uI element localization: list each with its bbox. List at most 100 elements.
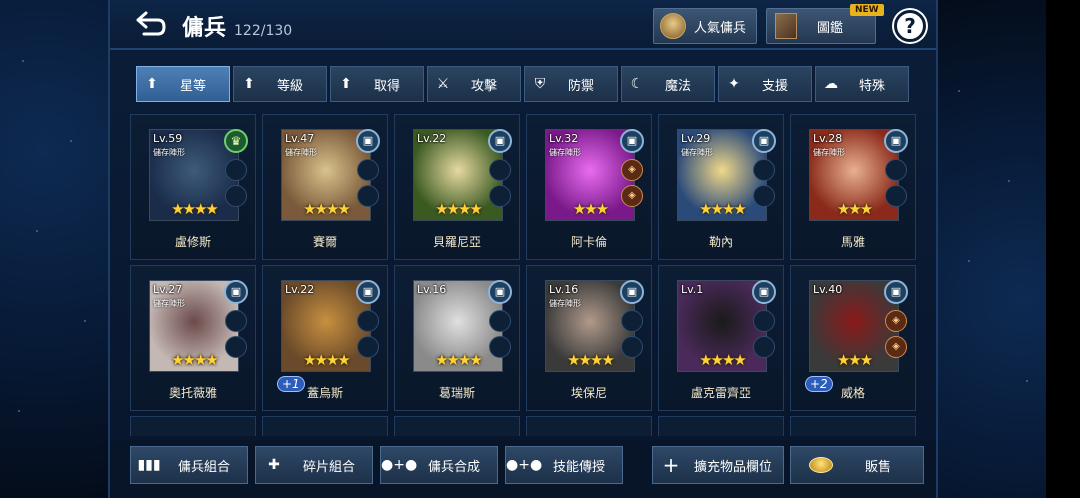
mercenary-card[interactable]: Lv.27 儲存陣形 ★★★★ ▣ 奧托薇雅 — [130, 265, 256, 411]
mercenary-card[interactable]: Lv.22 ★★★★ +1 ▣ 蓋烏斯 — [262, 265, 388, 411]
mercenary-name: 阿卡倫 — [570, 235, 607, 249]
mercenary-card[interactable]: Lv.28 儲存陣形 ★★★ ▣ 馬雅 — [790, 114, 916, 260]
people-transfer-icon: ●+● — [506, 457, 543, 473]
tab-2[interactable]: ⬆ 取得 — [330, 66, 424, 102]
tab-label: 支援 — [761, 78, 788, 94]
mercenary-card-partial[interactable] — [658, 416, 784, 436]
fragment-combine-button[interactable]: ✚ 碎片組合 — [255, 446, 373, 484]
lock-icon[interactable]: ▣ — [884, 280, 908, 304]
equipment-slot-icon — [225, 185, 247, 207]
lock-icon[interactable]: ▣ — [356, 280, 380, 304]
tab-label: 特殊 — [858, 78, 885, 94]
header-bar: 傭兵 122/130 人氣傭兵 圖鑑 NEW ? — [110, 0, 936, 50]
star-rating: ★★★★ — [435, 351, 483, 369]
crown-icon[interactable]: ♛ — [224, 129, 248, 153]
tab-4[interactable]: ⛨ 防禦 — [524, 66, 618, 102]
sort-tabs: ⬆ 星等 ⬆ 等級 ⬆ 取得 ⚔ 攻擊 ⛨ 防禦 ☾ 魔法 ✦ 支援 ☁ 特殊 — [136, 66, 909, 102]
mercenary-card-partial[interactable] — [394, 416, 520, 436]
plus-icon: + — [662, 453, 680, 477]
tab-label: 等級 — [276, 78, 303, 94]
storage-formation-label: 儲存陣形 — [153, 148, 185, 157]
star-rating: ★★★★ — [171, 351, 219, 369]
tab-0[interactable]: ⬆ 星等 — [136, 66, 230, 102]
storage-formation-label: 儲存陣形 — [285, 148, 317, 157]
mercenary-card-partial[interactable] — [262, 416, 388, 436]
tab-label: 星等 — [179, 78, 206, 94]
mercenary-panel: 傭兵 122/130 人氣傭兵 圖鑑 NEW ? ⬆ 星等 ⬆ 等級 ⬆ 取得 ⚔ 攻擊 ⛨ 防禦… — [108, 0, 938, 498]
tab-label: 攻擊 — [470, 78, 497, 94]
star-rating: ★★★★ — [303, 351, 351, 369]
storage-formation-label: 儲存陣形 — [153, 299, 185, 308]
back-button[interactable] — [130, 10, 170, 40]
star-rating: ★★★ — [836, 351, 873, 369]
mercenary-card-partial[interactable] — [130, 416, 256, 436]
merc-synthesis-button[interactable]: ●+● 傭兵合成 — [380, 446, 498, 484]
popular-mercenary-icon — [660, 13, 686, 39]
mercenary-card[interactable]: Lv.47 儲存陣形 ★★★★ ▣ 賽爾 — [262, 114, 388, 260]
help-button[interactable]: ? — [894, 10, 926, 42]
back-arrow-icon — [136, 11, 166, 36]
mercenary-card[interactable]: Lv.1 ★★★★ ▣ 盧克雷齊亞 — [658, 265, 784, 411]
book-icon — [775, 13, 797, 39]
mercenary-card[interactable]: Lv.40 ★★★ +2 ▣ ◈ ◈ 威格 — [790, 265, 916, 411]
lock-icon[interactable]: ▣ — [752, 280, 776, 304]
mercenary-card[interactable]: Lv.29 儲存陣形 ★★★★ ▣ 勒內 — [658, 114, 784, 260]
equipment-slot-icon — [357, 310, 379, 332]
level-label: Lv.29 — [681, 132, 711, 145]
lock-icon[interactable]: ▣ — [356, 129, 380, 153]
equipment-slot-icon — [225, 336, 247, 358]
star-rating: ★★★★ — [699, 351, 747, 369]
tab-label: 取得 — [373, 78, 400, 94]
lock-icon[interactable]: ▣ — [752, 129, 776, 153]
popular-mercenary-button[interactable]: 人氣傭兵 — [653, 8, 757, 44]
magic-icon: ☾ — [630, 76, 644, 92]
mercenary-card-partial[interactable] — [526, 416, 652, 436]
lock-icon[interactable]: ▣ — [620, 129, 644, 153]
level-label: Lv.1 — [681, 283, 704, 296]
mercenary-name: 馬雅 — [840, 235, 865, 249]
level-label: Lv.22 — [417, 132, 447, 145]
expand-slots-button[interactable]: + 擴充物品欄位 — [652, 446, 784, 484]
level-label: Lv.16 — [417, 283, 447, 296]
level-label: Lv.59 — [153, 132, 183, 145]
mercenary-card[interactable]: Lv.59 儲存陣形 ★★★★ ♛ 盧修斯 — [130, 114, 256, 260]
tab-6[interactable]: ✦ 支援 — [718, 66, 812, 102]
tab-3[interactable]: ⚔ 攻擊 — [427, 66, 521, 102]
mercenary-card[interactable]: Lv.22 ★★★★ ▣ 貝羅尼亞 — [394, 114, 520, 260]
screen-edge — [1046, 0, 1080, 498]
skill-transfer-button[interactable]: ●+● 技能傳授 — [505, 446, 623, 484]
storage-formation-label: 儲存陣形 — [549, 299, 581, 308]
merc-combine-button[interactable]: ▮▮▮ 傭兵組合 — [130, 446, 248, 484]
sell-button[interactable]: 販售 — [790, 446, 924, 484]
equipment-slot-icon — [357, 336, 379, 358]
level-label: Lv.22 — [285, 283, 315, 296]
mercenary-name: 盧克雷齊亞 — [690, 386, 751, 400]
lock-icon[interactable]: ▣ — [224, 280, 248, 304]
equipment-slot-icon — [225, 310, 247, 332]
people-plus-icon: ●+● — [381, 457, 418, 473]
lock-icon[interactable]: ▣ — [488, 129, 512, 153]
mercenary-card[interactable]: Lv.16 ★★★★ ▣ 葛瑞斯 — [394, 265, 520, 411]
lock-icon[interactable]: ▣ — [488, 280, 512, 304]
fragment-combine-label: 碎片組合 — [302, 459, 355, 475]
level-label: Lv.32 — [549, 132, 579, 145]
tab-7[interactable]: ☁ 特殊 — [815, 66, 909, 102]
tab-label: 魔法 — [664, 78, 691, 94]
mercenary-card[interactable]: Lv.16 儲存陣形 ★★★★ ▣ 埃保尼 — [526, 265, 652, 411]
level-label: Lv.16 — [549, 283, 579, 296]
tab-5[interactable]: ☾ 魔法 — [621, 66, 715, 102]
equipment-slot-icon — [753, 159, 775, 181]
mercenary-card-partial[interactable] — [790, 416, 916, 436]
lock-icon[interactable]: ▣ — [620, 280, 644, 304]
equipment-slot-icon: ◈ — [621, 185, 643, 207]
tab-1[interactable]: ⬆ 等級 — [233, 66, 327, 102]
mercenary-card[interactable]: Lv.32 儲存陣形 ★★★ ▣ ◈ ◈ 阿卡倫 — [526, 114, 652, 260]
special-icon: ☁ — [824, 76, 838, 92]
mercenary-grid: Lv.59 儲存陣形 ★★★★ ♛ 盧修斯 Lv.47 儲存陣形 ★★★★ ▣ 賽爾 Lv.22 ★★… — [130, 114, 918, 436]
equipment-slot-icon: ◈ — [621, 159, 643, 181]
mercenary-name: 賽爾 — [312, 235, 337, 249]
equipment-slot-icon — [225, 159, 247, 181]
lock-icon[interactable]: ▣ — [884, 129, 908, 153]
left-background — [0, 0, 108, 498]
mercenary-name: 貝羅尼亞 — [432, 235, 481, 249]
